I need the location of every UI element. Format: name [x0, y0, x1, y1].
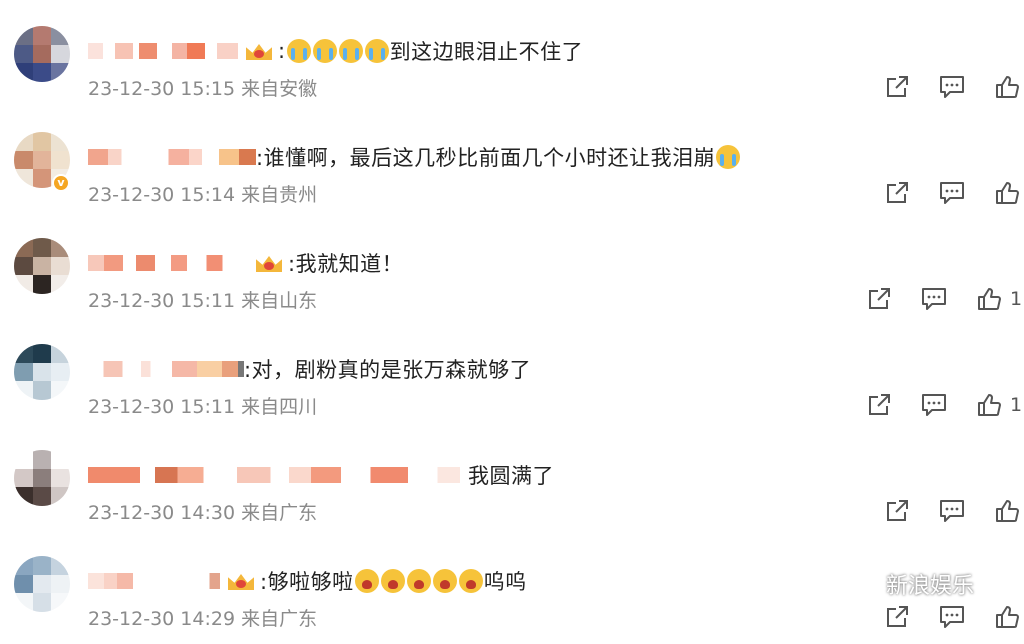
- like-icon: [996, 500, 1019, 522]
- blurred-username: [88, 573, 220, 589]
- comment-actions: 1: [838, 284, 1024, 314]
- comment-button[interactable]: [920, 286, 948, 312]
- wechat-icon: [847, 572, 878, 596]
- comment-line: :我就知道！: [88, 246, 403, 280]
- comment-icon: [940, 606, 964, 628]
- crown-badge-icon: [226, 570, 256, 592]
- like-count: 1: [1010, 394, 1023, 416]
- avatar[interactable]: [14, 344, 70, 400]
- comment-button[interactable]: [938, 180, 966, 206]
- comment-text: :: [278, 39, 286, 63]
- comment-item: v :谁懂啊，最后这几秒比前面几个小时还让我泪崩 23-12-30 15:14 …: [0, 114, 1024, 220]
- crying-emoji-icon: [716, 145, 741, 169]
- comment-button[interactable]: [938, 498, 966, 524]
- comment-item: 我圆满了 23-12-30 14:30 来自广东: [0, 432, 1024, 538]
- like-icon: [978, 394, 1001, 416]
- comment-line: :对，剧粉真的是张万森就够了: [88, 352, 531, 386]
- comment-text-tail: 呜呜: [483, 570, 527, 594]
- avatar[interactable]: [14, 450, 70, 506]
- watermark: 新浪娱乐: [846, 568, 974, 600]
- share-icon: [869, 288, 890, 309]
- comment-item: :对，剧粉真的是张万森就够了 23-12-30 15:11 来自四川 1: [0, 326, 1024, 432]
- comment-text-tail: 到这边眼泪止不住了: [389, 40, 584, 64]
- comment-text: :我就知道！: [288, 252, 404, 276]
- blurred-username: [88, 43, 238, 59]
- comment-line: : 到这边眼泪止不住了: [88, 34, 583, 68]
- wailing-emoji-icon: [458, 569, 483, 593]
- crying-emoji-icon: [286, 39, 311, 63]
- comment-icon: [940, 76, 964, 98]
- avatar[interactable]: [14, 26, 70, 82]
- comment-text: :对，剧粉真的是张万森就够了: [244, 358, 532, 382]
- avatar[interactable]: [14, 556, 70, 612]
- comment-actions: [856, 178, 1024, 208]
- share-button[interactable]: [884, 74, 910, 100]
- comment-text: :够啦够啦: [260, 570, 354, 594]
- watermark-text: 新浪娱乐: [886, 574, 975, 599]
- crown-badge-icon: [254, 252, 284, 274]
- blurred-username: [88, 255, 248, 271]
- share-button[interactable]: [884, 604, 910, 630]
- comment-meta: 23-12-30 14:29 来自广东: [88, 608, 318, 630]
- crying-emoji-icon: [312, 39, 337, 63]
- comment-text: 我圆满了: [468, 464, 554, 488]
- like-button[interactable]: 1: [976, 392, 1023, 418]
- comment-actions: 1: [838, 390, 1024, 420]
- crying-emoji-icon: [364, 39, 389, 63]
- comment-item: :我就知道！ 23-12-30 15:11 来自山东 1: [0, 220, 1024, 326]
- comment-actions: [856, 72, 1024, 102]
- wailing-emoji-icon: [380, 569, 405, 593]
- like-button[interactable]: [994, 74, 1020, 100]
- like-button[interactable]: [994, 604, 1020, 630]
- comment-item: : 到这边眼泪止不住了 23-12-30 15:15 来自安徽: [0, 8, 1024, 114]
- comment-icon: [922, 288, 946, 310]
- wailing-emoji-icon: [354, 569, 379, 593]
- comment-line: 我圆满了: [88, 458, 554, 492]
- avatar[interactable]: [14, 238, 70, 294]
- like-button[interactable]: 1: [976, 286, 1023, 312]
- blurred-username: [88, 149, 256, 165]
- comment-line: :够啦够啦 呜呜: [88, 564, 527, 598]
- like-button[interactable]: [994, 180, 1020, 206]
- comment-icon: [922, 394, 946, 416]
- share-button[interactable]: [866, 286, 892, 312]
- comment-meta: 23-12-30 15:15 来自安徽: [88, 78, 318, 100]
- comment-icon: [940, 182, 964, 204]
- share-icon: [887, 500, 908, 521]
- comment-meta: 23-12-30 14:30 来自广东: [88, 502, 318, 524]
- wailing-emoji-icon: [432, 569, 457, 593]
- like-icon: [978, 288, 1001, 310]
- comment-button[interactable]: [938, 74, 966, 100]
- share-button[interactable]: [884, 498, 910, 524]
- wailing-emoji-icon: [406, 569, 431, 593]
- comment-button[interactable]: [920, 392, 948, 418]
- comment-text: :谁懂啊，最后这几秒比前面几个小时还让我泪崩: [256, 146, 716, 170]
- like-icon: [996, 606, 1019, 628]
- comment-meta: 23-12-30 15:14 来自贵州: [88, 184, 318, 206]
- comment-meta: 23-12-30 15:11 来自山东: [88, 290, 318, 312]
- share-button[interactable]: [866, 392, 892, 418]
- like-button[interactable]: [994, 498, 1020, 524]
- comment-meta: 23-12-30 15:11 来自四川: [88, 396, 318, 418]
- crying-emoji-icon: [338, 39, 363, 63]
- like-count: 1: [1010, 288, 1023, 310]
- share-icon: [887, 606, 908, 627]
- comment-actions: [856, 602, 1024, 632]
- blurred-username: [88, 467, 460, 483]
- blurred-username: [88, 361, 244, 377]
- crown-badge-icon: [244, 40, 274, 62]
- comment-button[interactable]: [938, 604, 966, 630]
- comment-line: :谁懂啊，最后这几秒比前面几个小时还让我泪崩: [88, 140, 741, 174]
- share-icon: [887, 182, 908, 203]
- verified-badge-icon: v: [52, 174, 70, 192]
- like-icon: [996, 182, 1019, 204]
- share-icon: [887, 76, 908, 97]
- comment-icon: [940, 500, 964, 522]
- comment-actions: [856, 496, 1024, 526]
- like-icon: [996, 76, 1019, 98]
- share-icon: [869, 394, 890, 415]
- share-button[interactable]: [884, 180, 910, 206]
